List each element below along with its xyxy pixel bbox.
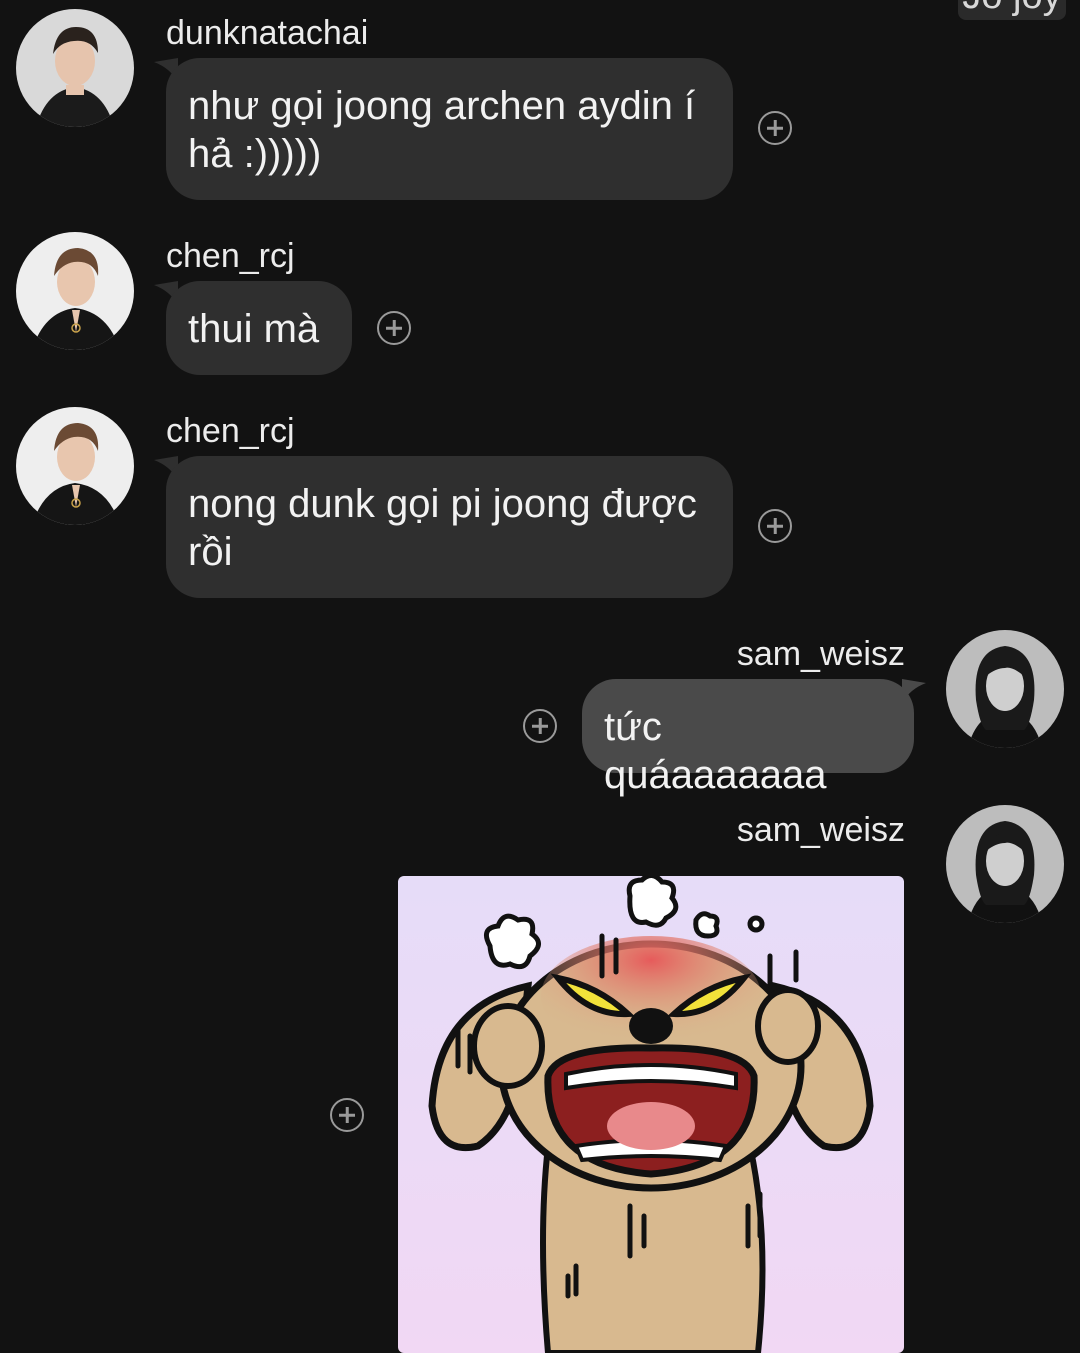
profile-photo-icon (16, 232, 134, 350)
avatar-sam_weisz[interactable] (946, 805, 1064, 923)
message-text: như gọi joong archen aydin í hả :))))) (188, 84, 696, 176)
message-bubble[interactable]: thui mà (166, 281, 352, 375)
profile-photo-icon (946, 630, 1064, 748)
message-text: nong dunk gọi pi joong được rồi (188, 482, 697, 574)
message-username: chen_rcj (166, 412, 295, 450)
message-username: dunknatachai (166, 14, 369, 52)
avatar-sam_weisz[interactable] (946, 630, 1064, 748)
message-username: sam_weisz (736, 635, 905, 673)
add-reaction-icon[interactable] (377, 311, 411, 345)
angry-cartoon-sticker[interactable] (398, 876, 904, 1353)
top-status-chip: Jo joy (958, 0, 1066, 20)
message-text: tức quáaaaaaaa (604, 705, 827, 797)
message-bubble[interactable]: như gọi joong archen aydin í hả :))))) (166, 58, 733, 200)
avatar-chen_rcj[interactable] (16, 232, 134, 350)
profile-photo-icon (16, 407, 134, 525)
add-reaction-icon[interactable] (330, 1098, 364, 1132)
message-username: sam_weisz (736, 811, 905, 849)
profile-photo-icon (16, 9, 134, 127)
avatar-chen_rcj[interactable] (16, 407, 134, 525)
profile-photo-icon (946, 805, 1064, 923)
add-reaction-icon[interactable] (523, 709, 557, 743)
message-bubble[interactable]: tức quáaaaaaaa (582, 679, 914, 797)
message-bubble[interactable]: nong dunk gọi pi joong được rồi (166, 456, 733, 598)
add-reaction-icon[interactable] (758, 509, 792, 543)
add-reaction-icon[interactable] (758, 111, 792, 145)
avatar-dunknatachai[interactable] (16, 9, 134, 127)
angry-dog-sticker-image (398, 876, 904, 1353)
message-username: chen_rcj (166, 237, 295, 275)
message-text: thui mà (188, 307, 320, 351)
